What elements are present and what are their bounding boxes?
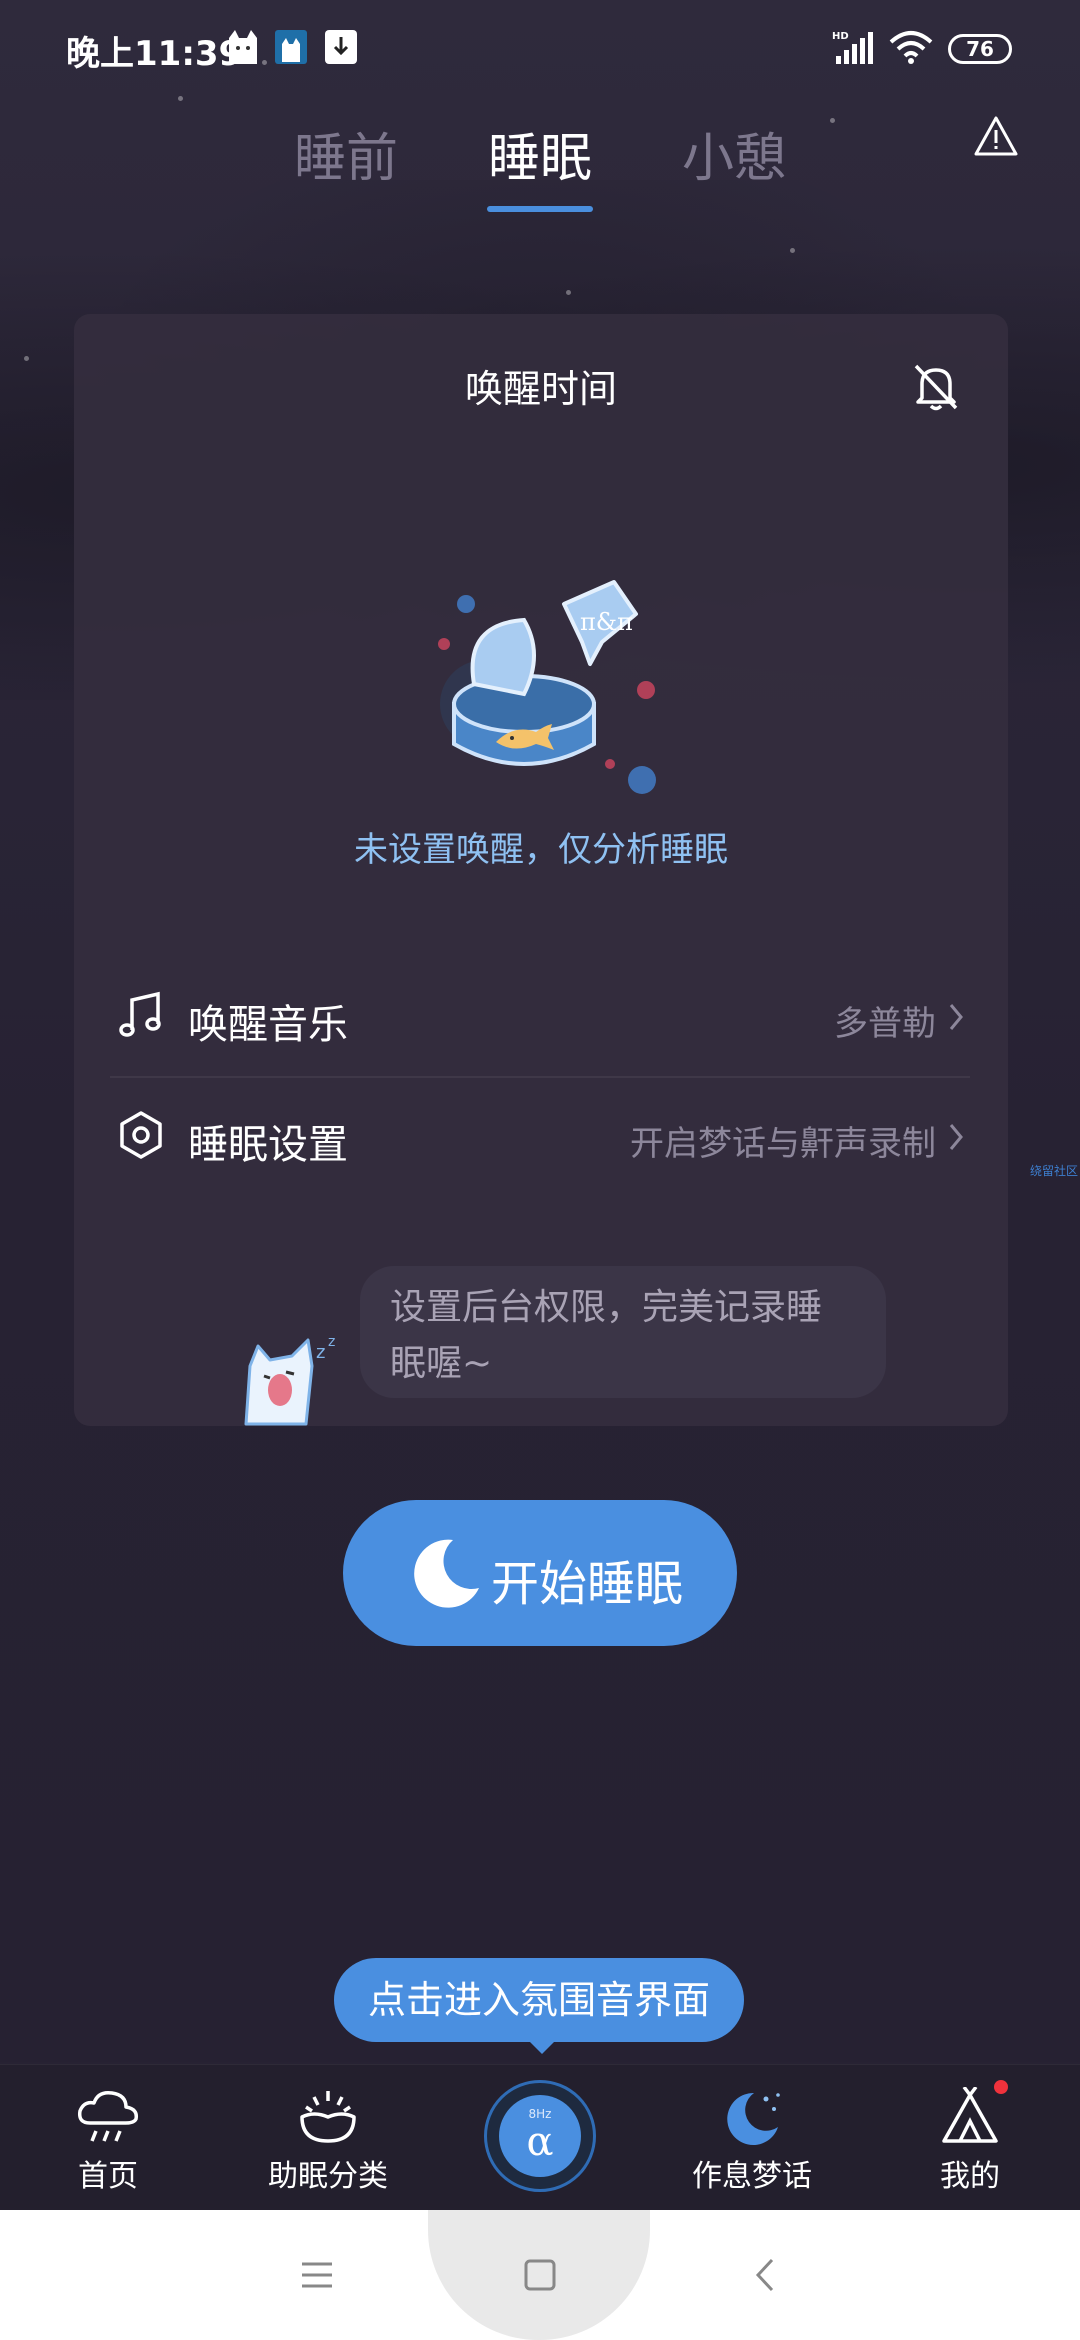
svg-text:z: z [316,1342,325,1363]
ambient-sound-center-button[interactable]: 8Hz α [484,2080,596,2192]
bell-off-icon[interactable] [908,358,964,414]
status-time: 晚上11:39 [66,34,243,74]
music-note-icon [119,991,161,1037]
chevron-right-icon [949,1124,963,1150]
chevron-right-icon [949,1004,963,1030]
sleep-settings-label: 睡眠设置 [188,1122,348,1168]
sleep-settings-value: 开启梦话与鼾声录制 [630,1124,936,1164]
nav-home-label: 首页 [78,2159,138,2194]
svg-text:z: z [328,1334,335,1350]
download-icon [325,30,357,64]
star [566,290,571,295]
tab-nap[interactable]: 小憩 [682,116,786,191]
nav-mine-label: 我的 [940,2159,1000,2194]
ambient-sound-tooltip[interactable]: 点击进入氛围音界面 [334,1958,744,2042]
nav-sleep-aid[interactable]: 助眠分类 [248,2065,408,2211]
system-nav-bar [0,2210,1080,2340]
no-alarm-text: 未设置唤醒，仅分析睡眠 [354,830,728,870]
wifi-icon [889,31,933,64]
hexagon-settings-icon [120,1111,162,1159]
moon-stars-icon [727,2092,780,2145]
nav-schedule-dream[interactable]: 作息梦话 [672,2065,832,2211]
battery-icon: 76 [948,34,1012,64]
nav-schedule-dream-label: 作息梦话 [692,2159,812,2194]
rain-cloud-icon [77,2090,139,2142]
wake-card: 唤醒时间 π&π 未设置唤醒，仅分析睡眠 唤醒音乐 多普勒 睡眠设置 开启梦话与… [74,314,1008,1426]
wake-music-value: 多普勒 [834,1004,936,1044]
sleep-settings-row[interactable]: 睡眠设置 开启梦话与鼾声录制 [118,1088,964,1188]
warning-icon[interactable] [972,114,1020,158]
star [790,248,795,253]
tab-before-sleep[interactable]: 睡前 [294,116,398,191]
start-sleep-button[interactable]: 开始睡眠 [343,1500,737,1646]
nav-home[interactable]: 首页 [28,2065,188,2211]
active-tab-indicator [487,206,593,212]
cat-food-can-illustration: π&π [438,580,656,794]
alpha-symbol: α [526,2119,554,2165]
notification-badge [994,2080,1008,2094]
tent-icon [942,2087,998,2143]
side-community-link[interactable]: 绕留社区 [1030,1162,1078,1179]
menu-icon[interactable] [292,2250,342,2300]
start-sleep-label: 开始睡眠 [491,1556,684,1612]
hd-signal-icon: HD [832,31,873,64]
status-bar: 晚上11:39 HD 76 [0,0,1080,100]
tab-sleep[interactable]: 睡眠 [488,116,592,191]
battery-level: 76 [966,37,994,61]
bubble-pi-text: π&π [580,608,633,636]
home-square-icon[interactable] [515,2250,565,2300]
permission-tip-bubble[interactable]: 设置后台权限，完美记录睡眠喔~ [360,1266,886,1398]
wake-music-label: 唤醒音乐 [188,1002,348,1048]
star [24,356,29,361]
svg-text:HD: HD [832,31,849,42]
blue-app-icon [275,30,307,64]
nav-mine[interactable]: 我的 [890,2065,1050,2211]
cat-app-icon [229,30,257,64]
bowl-icon [300,2091,356,2143]
tooltip-arrow [528,2040,556,2054]
wake-time-title[interactable]: 唤醒时间 [74,358,1008,413]
moon-icon [414,1539,479,1608]
back-icon[interactable] [742,2250,792,2300]
sleeping-cat-mascot: z z [244,1334,335,1426]
row-divider [110,1076,970,1078]
nav-sleep-aid-label: 助眠分类 [268,2159,388,2194]
wake-music-row[interactable]: 唤醒音乐 多普勒 [118,968,964,1068]
alpha-wave-icon: 8Hz α [499,2095,581,2177]
